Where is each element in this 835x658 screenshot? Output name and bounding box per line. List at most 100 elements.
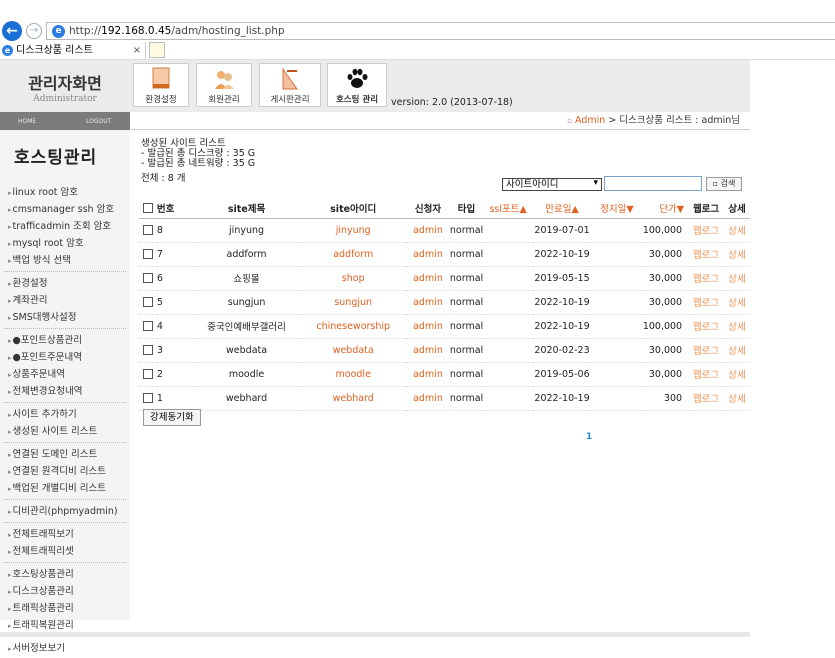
row-checkbox[interactable] xyxy=(139,362,157,387)
admin-subtitle: Administrator xyxy=(33,94,97,104)
cell-ssl xyxy=(483,242,534,267)
detail-link[interactable]: 상세 xyxy=(724,386,750,411)
weblog-link[interactable]: 웹로그 xyxy=(688,338,724,363)
table-row: 2 moodle moodle admin normal 2019-05-06 30,000… xyxy=(139,362,750,387)
sidebar-item[interactable]: 생성된 사이트 리스트 xyxy=(0,423,130,440)
weblog-link[interactable]: 웹로그 xyxy=(688,266,724,291)
menu-hosting-button[interactable]: 호스팅 관리 xyxy=(327,63,387,107)
sidebar-item[interactable]: 전체트래픽리셋 xyxy=(0,543,130,560)
cell-applicant-link[interactable]: admin xyxy=(406,338,450,363)
row-checkbox[interactable] xyxy=(139,218,157,243)
detail-link[interactable]: 상세 xyxy=(724,338,750,363)
detail-link[interactable]: 상세 xyxy=(724,362,750,387)
cell-site-id-link[interactable]: webhard xyxy=(300,386,407,411)
col-ssl-sort[interactable]: ssl포트▲ xyxy=(483,198,534,219)
row-checkbox[interactable] xyxy=(139,290,157,315)
cell-site-id-link[interactable]: shop xyxy=(300,266,407,291)
cell-expire: 2022-10-19 xyxy=(533,290,592,315)
weblog-link[interactable]: 웹로그 xyxy=(688,290,724,315)
sidebar-item[interactable]: 전체변경요청내역 xyxy=(0,383,130,400)
sidebar-item[interactable]: ●포인트상품관리 xyxy=(0,332,130,349)
menu-members-button[interactable]: 회원관리 xyxy=(196,63,252,107)
weblog-link[interactable]: 웹로그 xyxy=(688,242,724,267)
cell-title: webdata xyxy=(192,338,301,363)
row-checkbox[interactable] xyxy=(139,386,157,411)
sidebar-item[interactable]: 서버정보보기 xyxy=(0,640,130,657)
back-arrow-icon[interactable]: ← xyxy=(2,21,22,41)
page-link-1[interactable]: 1 xyxy=(586,432,592,442)
home-link[interactable]: HOME xyxy=(18,118,36,125)
sidebar-item[interactable]: 환경설정 xyxy=(0,275,130,292)
logout-link[interactable]: LOGOUT xyxy=(86,118,111,125)
cell-site-id-link[interactable]: moodle xyxy=(300,362,407,387)
sidebar-item[interactable]: 연결된 도메인 리스트 xyxy=(0,446,130,463)
row-checkbox[interactable] xyxy=(139,266,157,291)
cell-applicant-link[interactable]: admin xyxy=(406,386,450,411)
sidebar-item[interactable]: 연결된 원격디비 리스트 xyxy=(0,463,130,480)
paw-icon xyxy=(347,68,368,88)
sidebar-item[interactable]: trafficadmin 조회 암호 xyxy=(0,218,130,235)
sidebar-item[interactable]: 사이트 추가하기 xyxy=(0,406,130,423)
sidebar-item[interactable]: 상품주문내역 xyxy=(0,366,130,383)
detail-link[interactable]: 상세 xyxy=(724,242,750,267)
sidebar-item[interactable]: ●포인트주문내역 xyxy=(0,349,130,366)
footer-bar xyxy=(0,632,750,637)
cell-applicant-link[interactable]: admin xyxy=(406,314,450,339)
detail-link[interactable]: 상세 xyxy=(724,290,750,315)
sidebar-item[interactable]: 트래픽상품관리 xyxy=(0,600,130,617)
col-expire-sort[interactable]: 만료일▲ xyxy=(533,198,592,219)
sidebar-item[interactable]: 백업 방식 선택 xyxy=(0,252,130,269)
cell-applicant-link[interactable]: admin xyxy=(406,362,450,387)
cell-site-id-link[interactable]: sungjun xyxy=(300,290,407,315)
sidebar-item[interactable]: SMS대행사설정 xyxy=(0,309,130,326)
close-tab-icon[interactable]: × xyxy=(133,42,141,59)
menu-settings-button[interactable]: 환경설정 xyxy=(133,63,189,107)
cell-site-id-link[interactable]: webdata xyxy=(300,338,407,363)
search-input[interactable] xyxy=(604,176,702,191)
sidebar-item[interactable]: 계좌관리 xyxy=(0,292,130,309)
cell-type: normal xyxy=(449,290,484,315)
select-all-checkbox[interactable] xyxy=(139,198,157,219)
sidebar-topbar: HOME LOGOUT xyxy=(0,112,130,130)
cell-site-id-link[interactable]: jinyung xyxy=(300,218,407,243)
sidebar-item[interactable]: 호스팅상품관리 xyxy=(0,566,130,583)
new-tab-button[interactable] xyxy=(149,42,165,58)
row-checkbox[interactable] xyxy=(139,242,157,267)
weblog-link[interactable]: 웹로그 xyxy=(688,386,724,411)
row-checkbox[interactable] xyxy=(139,338,157,363)
col-no: 번호 xyxy=(156,198,193,219)
address-bar[interactable]: e http://192.168.0.45/adm/hosting_list.ph… xyxy=(46,22,835,40)
cell-applicant-link[interactable]: admin xyxy=(406,218,450,243)
cell-applicant-link[interactable]: admin xyxy=(406,242,450,267)
sidebar-item[interactable]: 전체트래픽보기 xyxy=(0,526,130,543)
admin-logo[interactable]: 관리자화면 Administrator xyxy=(0,60,130,112)
weblog-link[interactable]: 웹로그 xyxy=(688,218,724,243)
col-price-sort[interactable]: 단가▼ xyxy=(642,198,689,219)
browser-tab[interactable]: e 디스크상품 리스트 × xyxy=(0,42,146,59)
search-field-select[interactable]: 사이트아이디 ▾ xyxy=(502,178,602,191)
cell-site-id-link[interactable]: chineseworship xyxy=(300,314,407,339)
menu-board-button[interactable]: 게시판관리 xyxy=(259,63,321,107)
sidebar-item[interactable]: 백업된 개별디비 리스트 xyxy=(0,480,130,497)
detail-link[interactable]: 상세 xyxy=(724,266,750,291)
weblog-link[interactable]: 웹로그 xyxy=(688,314,724,339)
detail-link[interactable]: 상세 xyxy=(724,218,750,243)
detail-link[interactable]: 상세 xyxy=(724,314,750,339)
breadcrumb-admin-link[interactable]: Admin xyxy=(575,115,605,126)
cell-type: normal xyxy=(449,338,484,363)
cell-applicant-link[interactable]: admin xyxy=(406,266,450,291)
sidebar-item[interactable]: 디스크상품관리 xyxy=(0,583,130,600)
weblog-link[interactable]: 웹로그 xyxy=(688,362,724,387)
cell-site-id-link[interactable]: addform xyxy=(300,242,407,267)
sidebar-item[interactable]: mysql root 암호 xyxy=(0,235,130,252)
forward-arrow-icon[interactable]: → xyxy=(26,23,42,39)
board-icon xyxy=(282,67,298,90)
force-sync-button[interactable]: 강제동기화 xyxy=(143,409,201,426)
row-checkbox[interactable] xyxy=(139,314,157,339)
col-stopped-sort[interactable]: 정지일▼ xyxy=(591,198,643,219)
sidebar-item[interactable]: linux root 암호 xyxy=(0,184,130,201)
cell-applicant-link[interactable]: admin xyxy=(406,290,450,315)
sidebar-item[interactable]: cmsmanager ssh 암호 xyxy=(0,201,130,218)
search-button[interactable]: ▫ 검색 xyxy=(706,177,742,191)
sidebar-item[interactable]: 디비관리(phpmyadmin) xyxy=(0,503,130,520)
